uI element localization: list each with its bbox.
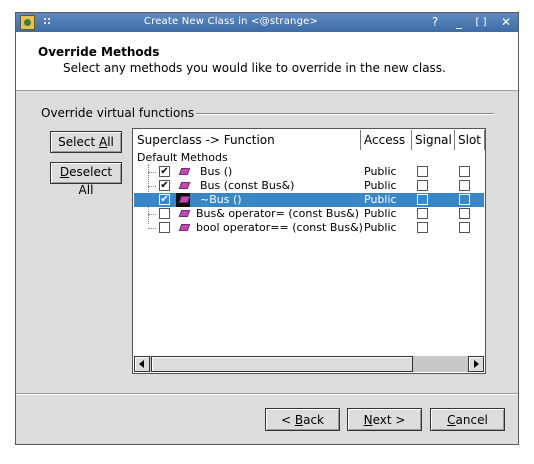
slot-checkbox[interactable] bbox=[459, 222, 470, 233]
select-all-label-pre: Select bbox=[58, 135, 99, 149]
group-label: Override virtual functions bbox=[41, 106, 197, 120]
group-divider bbox=[176, 113, 494, 115]
method-icon bbox=[178, 168, 191, 175]
footer-divider bbox=[16, 393, 518, 395]
scroll-left-icon[interactable] bbox=[134, 356, 150, 372]
page-title: Override Methods bbox=[38, 45, 160, 59]
select-all-label-post: ll bbox=[107, 135, 114, 149]
cancel-button[interactable]: Cancel bbox=[430, 408, 505, 431]
group-row-label: Default Methods bbox=[137, 151, 228, 164]
maximize-icon[interactable]: [ ] bbox=[473, 15, 489, 30]
signal-checkbox[interactable] bbox=[417, 208, 428, 219]
back-label-post: ack bbox=[303, 412, 324, 427]
select-all-mnemonic: A bbox=[98, 135, 108, 149]
access-value: Public bbox=[364, 221, 397, 234]
page-header: Override Methods Select any methods you … bbox=[16, 32, 518, 91]
table-row[interactable]: Bus (const Bus&) Public bbox=[134, 179, 484, 193]
column-header-slot[interactable]: Slot bbox=[455, 130, 485, 150]
signal-checkbox[interactable] bbox=[417, 180, 428, 191]
function-name: Bus (const Bus&) bbox=[200, 179, 295, 192]
list-body: Default Methods Bus ()PublicBus (const B… bbox=[134, 150, 484, 355]
deselect-all-button[interactable]: Deselect All bbox=[50, 162, 122, 197]
scroll-right-icon[interactable] bbox=[468, 356, 484, 372]
function-name: bool operator== (const Bus&) bbox=[196, 221, 363, 234]
title-bar[interactable]: Create New Class in <@strange> ? _ [ ] ✕ bbox=[16, 13, 518, 32]
deselect-all-mnemonic: D bbox=[59, 165, 70, 179]
override-checkbox[interactable] bbox=[159, 222, 170, 233]
override-checkbox[interactable] bbox=[159, 194, 170, 205]
window-title: Create New Class in <@strange> bbox=[143, 16, 319, 27]
select-all-button[interactable]: Select All bbox=[50, 131, 122, 153]
slot-checkbox[interactable] bbox=[459, 194, 470, 205]
signal-checkbox[interactable] bbox=[417, 222, 428, 233]
override-checkbox[interactable] bbox=[159, 180, 170, 191]
next-label-post: ext > bbox=[372, 412, 406, 427]
cancel-label-post: ancel bbox=[455, 412, 488, 427]
cancel-mnemonic: C bbox=[447, 412, 456, 427]
dialog-window: Create New Class in <@strange> ? _ [ ] ✕… bbox=[15, 12, 519, 445]
methods-list[interactable]: Superclass -> Function Access Signal Slo… bbox=[132, 128, 486, 374]
signal-checkbox[interactable] bbox=[417, 194, 428, 205]
next-button[interactable]: Next > bbox=[347, 408, 422, 431]
override-checkbox[interactable] bbox=[159, 166, 170, 177]
app-icon[interactable] bbox=[20, 15, 35, 30]
horizontal-scrollbar[interactable] bbox=[134, 356, 484, 372]
method-icon bbox=[178, 210, 191, 217]
deselect-all-label-post: eselect All bbox=[69, 165, 113, 197]
group-row-default-methods[interactable]: Default Methods bbox=[134, 151, 484, 165]
sticky-grip-icon[interactable] bbox=[44, 18, 54, 27]
table-row[interactable]: Bus& operator= (const Bus&) Public bbox=[134, 207, 484, 221]
method-icon bbox=[178, 224, 191, 231]
next-mnemonic: N bbox=[363, 412, 373, 427]
back-mnemonic: B bbox=[294, 412, 304, 427]
page-subtitle: Select any methods you would like to ove… bbox=[63, 61, 446, 75]
close-icon[interactable]: ✕ bbox=[498, 15, 514, 30]
slot-checkbox[interactable] bbox=[459, 166, 470, 177]
column-header-signal[interactable]: Signal bbox=[412, 130, 455, 150]
function-name: Bus () bbox=[200, 165, 233, 178]
table-row[interactable]: bool operator== (const Bus&) Public bbox=[134, 221, 484, 235]
access-value: Public bbox=[364, 193, 397, 206]
access-value: Public bbox=[364, 207, 397, 220]
back-button[interactable]: < Back bbox=[265, 408, 340, 431]
signal-checkbox[interactable] bbox=[417, 166, 428, 177]
table-row[interactable]: ~Bus () Public bbox=[134, 193, 484, 207]
minimize-icon[interactable]: _ bbox=[451, 15, 467, 30]
scroll-thumb[interactable] bbox=[151, 356, 413, 372]
access-value: Public bbox=[364, 165, 397, 178]
method-icon bbox=[178, 182, 191, 189]
slot-checkbox[interactable] bbox=[459, 180, 470, 191]
help-icon[interactable]: ? bbox=[427, 15, 443, 30]
slot-checkbox[interactable] bbox=[459, 208, 470, 219]
table-row[interactable]: Bus () Public bbox=[134, 165, 484, 179]
override-checkbox[interactable] bbox=[159, 208, 170, 219]
back-label-pre: < bbox=[280, 412, 295, 427]
column-header-function[interactable]: Superclass -> Function bbox=[134, 130, 361, 150]
function-name: Bus& operator= (const Bus&) bbox=[196, 207, 360, 220]
function-name: ~Bus () bbox=[200, 193, 242, 206]
access-value: Public bbox=[364, 179, 397, 192]
column-header-access[interactable]: Access bbox=[361, 130, 412, 150]
